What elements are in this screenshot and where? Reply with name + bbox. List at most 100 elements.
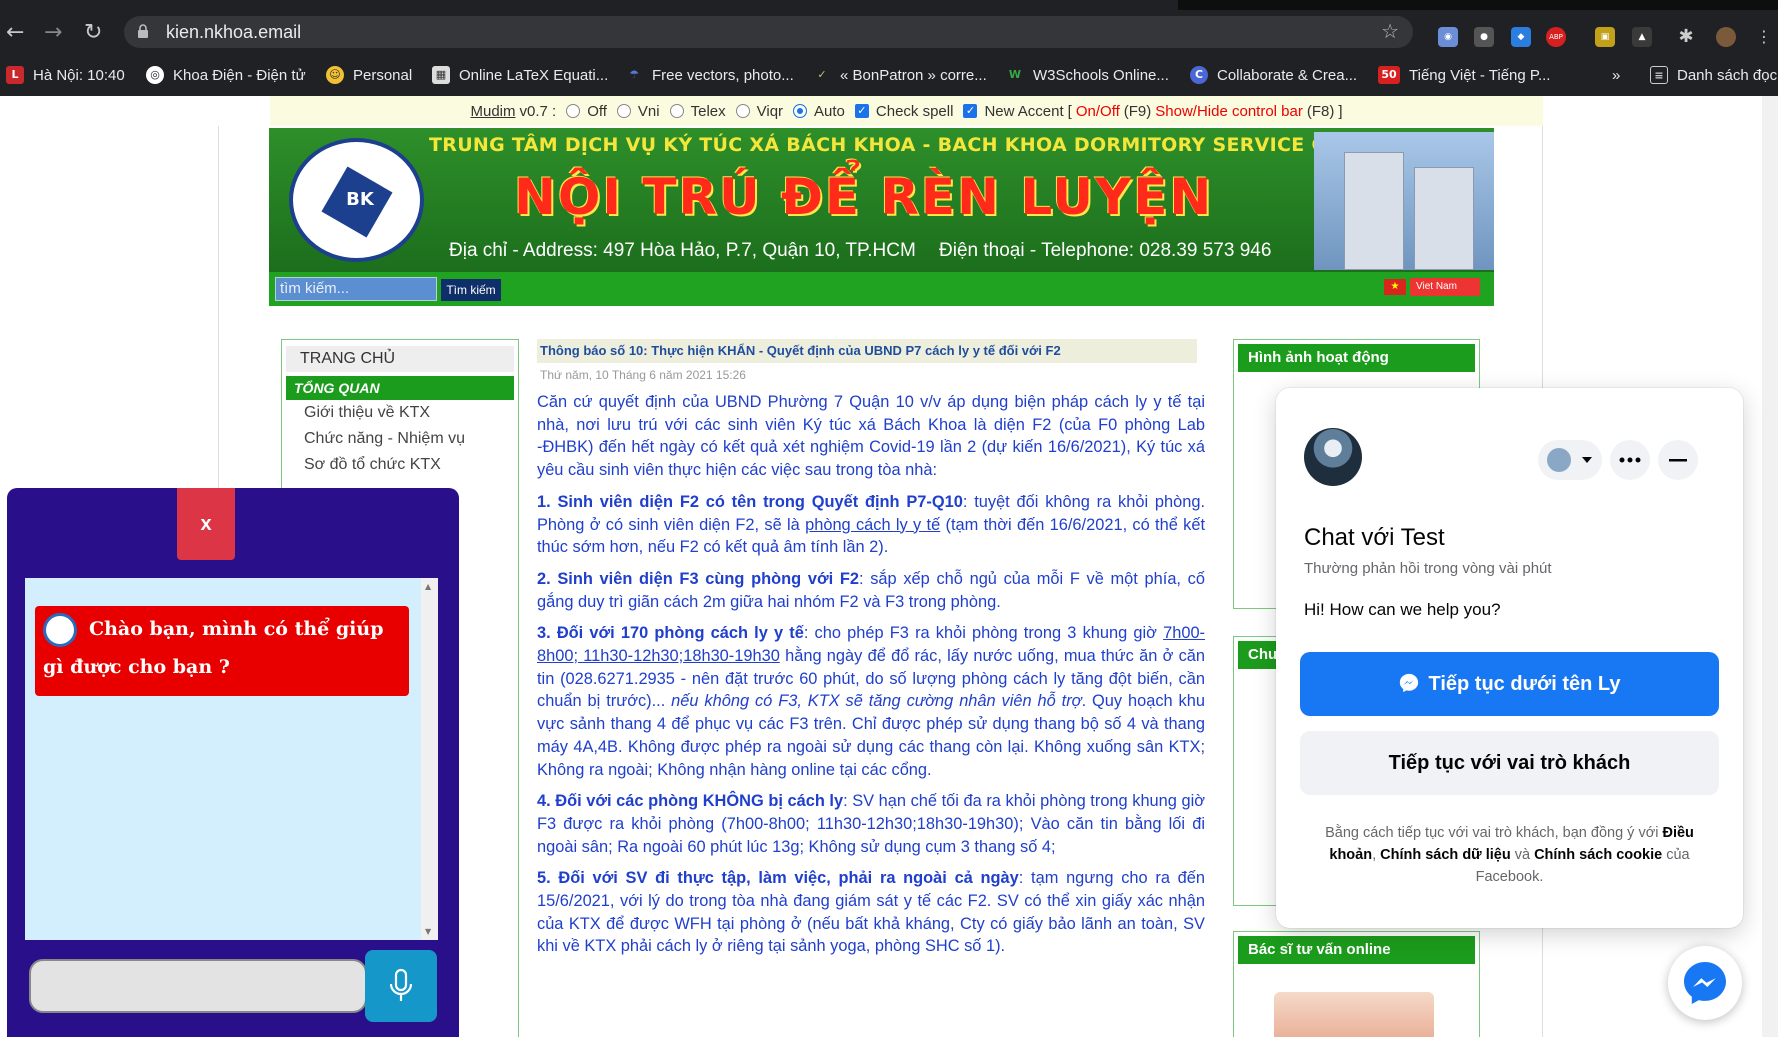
radio-viqr[interactable]	[735, 104, 750, 118]
extension-icon[interactable]: ▲	[1632, 27, 1652, 47]
onoff-link[interactable]: On/Off	[1076, 103, 1120, 120]
article-title[interactable]: Thông báo số 10: Thực hiện KHẨN - Quyết …	[537, 339, 1197, 363]
profile-switch-button[interactable]	[1538, 440, 1602, 480]
search-bar: tìm kiếm... Tìm kiếm ★ Viet Nam	[269, 272, 1494, 306]
bookmark-item[interactable]: W W3Schools Online...	[1006, 64, 1169, 86]
bracket: [	[1067, 102, 1072, 120]
radio-label: Off	[587, 102, 607, 120]
address-bar[interactable]: kien.nkhoa.email ☆	[124, 16, 1413, 48]
bookmark-item[interactable]: C Collaborate & Crea...	[1190, 64, 1357, 86]
extension-icon[interactable]: ◆	[1511, 27, 1531, 47]
chatbot-widget: x Chào bạn, mình có thể giúp gì được cho…	[7, 488, 459, 1037]
bookmark-item[interactable]: L Hà Nội: 10:40	[6, 64, 125, 86]
microphone-icon	[389, 968, 413, 1001]
search-input[interactable]: tìm kiếm...	[275, 277, 437, 301]
url-text[interactable]: kien.nkhoa.email	[166, 22, 301, 43]
radio-auto[interactable]	[793, 104, 808, 118]
minimize-icon[interactable]	[1658, 440, 1698, 480]
puzzle-icon[interactable]: ✱	[1676, 27, 1696, 47]
site-banner: BK TRUNG TÂM DỊCH VỤ KÝ TÚC XÁ BÁCH KHOA…	[269, 128, 1494, 272]
chatbot-message: Chào bạn, mình có thể giúp gì được cho b…	[35, 606, 409, 696]
chatbot-scrollbar[interactable]: ▲ ▼	[421, 578, 438, 940]
radio-vni[interactable]	[616, 104, 631, 118]
bookmarks-overflow[interactable]: »	[1612, 64, 1620, 86]
chat-subtitle: Thường phản hồi trong vòng vài phút	[1304, 560, 1552, 577]
nav-home[interactable]: TRANG CHỦ	[286, 346, 514, 372]
box-header: Hình ảnh hoạt động	[1238, 344, 1475, 372]
nav-item[interactable]: Sơ đồ tổ chức KTX	[286, 452, 514, 478]
showhide-link[interactable]: Show/Hide control bar	[1155, 103, 1303, 120]
forward-icon[interactable]: →	[44, 22, 62, 44]
article-item-5: 5. Đối với SV đi thực tập, làm việc, phả…	[537, 869, 1205, 956]
messenger-chat-panel: Chat với Test Thường phản hồi trong vòng…	[1276, 388, 1743, 928]
radio-label: Telex	[690, 102, 726, 120]
mudim-version: v0.7 :	[519, 102, 557, 120]
mudim-bar: Mudim v0.7 : Off Vni Telex Viqr Auto ✓ Ch…	[270, 96, 1543, 126]
bookmark-item[interactable]: ▦ Online LaTeX Equati...	[432, 64, 608, 86]
chatbot-input[interactable]	[29, 959, 367, 1013]
radio-label: Auto	[814, 102, 845, 120]
menu-icon[interactable]: ⋮	[1754, 27, 1774, 47]
more-options-icon[interactable]	[1610, 440, 1650, 480]
checkbox-check-spell[interactable]: ✓	[854, 104, 869, 118]
search-button[interactable]: Tìm kiếm	[441, 279, 501, 301]
chat-title: Chat với Test	[1304, 524, 1445, 551]
bot-avatar	[43, 613, 77, 647]
page-scrollbar[interactable]	[1762, 96, 1778, 1037]
language-select[interactable]: Viet Nam	[1410, 278, 1480, 296]
bookmark-item[interactable]: ☂ Free vectors, photo...	[625, 64, 794, 86]
nav-row: ← → ↻ kien.nkhoa.email ☆ ◉ ● ◆ ABP ▣ ▲ ✱…	[0, 10, 1778, 54]
bk-logo: BK	[289, 138, 424, 262]
shortcut: (F8)	[1306, 102, 1335, 120]
legal-notice: Bằng cách tiếp tục với vai trò khách, bạ…	[1325, 825, 1694, 885]
radio-label: Viqr	[756, 102, 784, 120]
bookmark-item[interactable]: ☺ Personal	[326, 64, 412, 86]
article-item-1: 1. Sinh viên diện F2 có tên trong Quyết …	[537, 492, 1206, 557]
chat-greeting: Hi! How can we help you?	[1304, 600, 1501, 619]
box-header: Bác sĩ tư vấn online	[1238, 936, 1475, 964]
nav-item[interactable]: Chức năng - Nhiệm vụ	[286, 426, 514, 452]
lock-icon	[138, 24, 148, 38]
continue-as-guest-button[interactable]: Tiếp tục với vai trò khách	[1300, 731, 1719, 795]
vietnam-flag-icon: ★	[1384, 279, 1406, 295]
continue-as-user-button[interactable]: Tiếp tục dưới tên Ly	[1300, 652, 1719, 716]
article-intro: Căn cứ quyết định của UBND Phường 7 Quận…	[537, 393, 1205, 480]
doctor-image	[1274, 992, 1434, 1037]
reading-list[interactable]: ≡ Danh sách đọc	[1650, 64, 1777, 86]
bookmark-item[interactable]: ◎ Khoa Điện - Điện tử	[146, 64, 306, 86]
banner-phone: Điện thoại - Telephone: 028.39 573 946	[939, 240, 1272, 261]
messenger-icon	[1684, 962, 1726, 1004]
language-selector[interactable]: ★ Viet Nam	[1384, 278, 1480, 296]
bookmark-item[interactable]: ✓ « BonPatron » corre...	[813, 64, 986, 86]
cookie-policy-link[interactable]: Chính sách cookie	[1534, 847, 1662, 863]
reload-icon[interactable]: ↻	[84, 22, 102, 44]
bookmarks-bar: L Hà Nội: 10:40 ◎ Khoa Điện - Điện tử ☺ Per…	[0, 54, 1778, 96]
active-tab[interactable]	[0, 0, 1178, 10]
extension-icon[interactable]: ●	[1474, 27, 1494, 47]
extension-icon[interactable]: ◉	[1438, 27, 1458, 47]
checkbox-label: Check spell	[875, 102, 954, 120]
data-policy-link[interactable]: Chính sách dữ liệu	[1380, 847, 1511, 863]
extension-icon[interactable]: ▣	[1595, 27, 1615, 47]
chatbot-close-button[interactable]: x	[177, 488, 235, 560]
radio-off[interactable]	[566, 104, 581, 118]
adblock-icon[interactable]: ABP	[1546, 27, 1566, 47]
radio-telex[interactable]	[669, 104, 684, 118]
nav-item[interactable]: Giới thiệu về KTX	[286, 400, 514, 426]
article-item-2: 2. Sinh viên diện F3 cùng phòng với F2: …	[537, 569, 1205, 611]
browser-chrome: ← → ↻ kien.nkhoa.email ☆ ◉ ● ◆ ABP ▣ ▲ ✱…	[0, 0, 1778, 96]
bookmark-item[interactable]: 50 Tiếng Việt - Tiếng P...	[1378, 64, 1550, 86]
tab-strip	[0, 0, 1778, 10]
checkbox-new-accent[interactable]: ✓	[963, 104, 978, 118]
bookmark-star-icon[interactable]: ☆	[1381, 19, 1399, 43]
bracket: ]	[1338, 102, 1343, 120]
building-image	[1314, 132, 1494, 270]
back-icon[interactable]: ←	[6, 22, 24, 44]
messenger-launcher-button[interactable]	[1668, 946, 1742, 1020]
article-date: Thứ năm, 10 Tháng 6 năm 2021 15:26	[540, 368, 746, 382]
chatbot-mic-button[interactable]	[365, 950, 437, 1022]
article-item-4: 4. Đối với các phòng KHÔNG bị cách ly: S…	[537, 792, 1205, 856]
article-item-3: 3. Đối với 170 phòng cách ly y tế: cho p…	[537, 624, 1206, 779]
profile-avatar[interactable]	[1716, 27, 1736, 47]
mudim-label[interactable]: Mudim	[470, 103, 515, 120]
